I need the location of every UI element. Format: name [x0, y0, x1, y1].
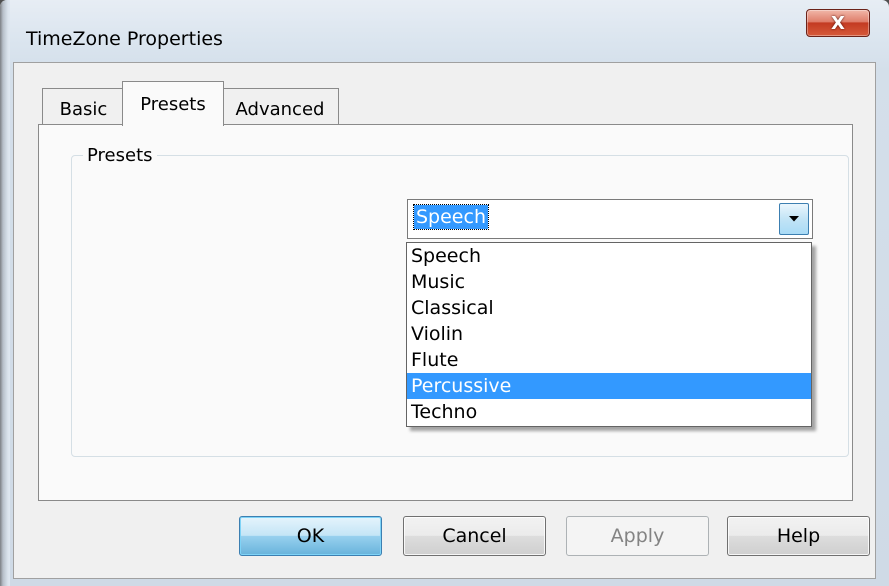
presets-dropdown-list: Speech Music Classical Violin Flute Perc… — [406, 242, 812, 427]
cancel-button[interactable]: Cancel — [403, 516, 546, 556]
tab-basic[interactable]: Basic — [42, 88, 125, 125]
dropdown-option-flute[interactable]: Flute — [407, 347, 811, 373]
presets-combobox[interactable]: Speech — [407, 199, 813, 239]
window-left-frame — [0, 0, 10, 586]
dropdown-option-techno[interactable]: Techno — [407, 399, 811, 425]
chevron-down-icon — [789, 216, 799, 222]
dropdown-option-violin[interactable]: Violin — [407, 321, 811, 347]
tab-advanced[interactable]: Advanced — [221, 88, 339, 125]
dropdown-option-speech[interactable]: Speech — [407, 243, 811, 269]
close-button[interactable]: X — [806, 9, 870, 37]
dropdown-option-percussive[interactable]: Percussive — [407, 373, 811, 399]
presets-combobox-value[interactable]: Speech — [413, 204, 489, 230]
presets-groupbox-label: Presets — [83, 145, 157, 166]
tab-presets[interactable]: Presets — [122, 81, 224, 126]
close-icon: X — [831, 12, 845, 34]
help-button[interactable]: Help — [727, 516, 870, 556]
dropdown-option-music[interactable]: Music — [407, 269, 811, 295]
presets-combobox-dropdown-button[interactable] — [779, 203, 809, 235]
window-title: TimeZone Properties — [26, 28, 223, 50]
dropdown-option-classical[interactable]: Classical — [407, 295, 811, 321]
title-bar[interactable]: TimeZone Properties X — [0, 0, 889, 62]
apply-button: Apply — [566, 516, 709, 556]
ok-button[interactable]: OK — [239, 516, 382, 556]
dialog-window: TimeZone Properties X Basic Presets Adva… — [0, 0, 889, 586]
